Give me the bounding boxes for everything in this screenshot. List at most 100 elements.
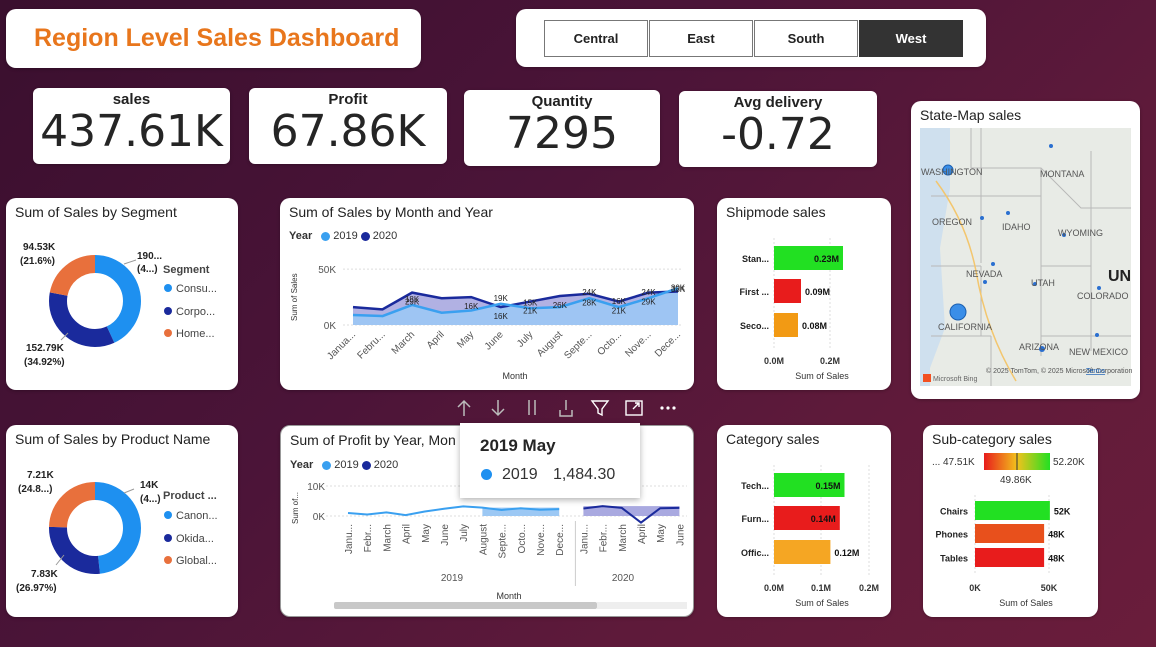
- data-label-2020: 21K: [612, 307, 627, 316]
- bar-value-label: 48K: [1048, 554, 1065, 564]
- segment-donut-chart: 190... (4...) 94.53K (21.6%) 152.79K (34…: [20, 242, 217, 368]
- x-tick-label: Dece...: [653, 329, 683, 359]
- product-donut-card[interactable]: Sum of Sales by Product Name 14K (4...) …: [6, 425, 238, 617]
- segment-label-corporate-pct: (34.92%): [24, 357, 65, 368]
- product-legend-okidata: Okida...: [176, 533, 214, 545]
- segment-label-corporate-value: 152.79K: [26, 343, 65, 354]
- map-label-oregon: OREGON: [932, 217, 972, 227]
- y-axis-label: Sum of...: [291, 492, 300, 524]
- x-tick-label-2019: Dece...: [555, 524, 566, 556]
- x-tick-label: 0.2M: [859, 583, 879, 593]
- horizontal-scrollbar-thumb[interactable]: [334, 602, 597, 609]
- state-map-card[interactable]: State-Map sales WASHINGTON MONTANA OREGO…: [911, 101, 1140, 399]
- bar: [774, 313, 798, 337]
- x-tick-label: 0.2M: [820, 356, 840, 366]
- more-options-icon[interactable]: [651, 393, 685, 423]
- bar: [975, 501, 1050, 520]
- x-tick-label-2019: Nove...: [536, 524, 547, 556]
- bar-value-label: 0.23M: [814, 254, 839, 264]
- x-axis-label: Month: [502, 371, 527, 381]
- product-label-okidata-pct: (26.97%): [16, 583, 57, 594]
- product-label-canon-pct: (4...): [140, 494, 161, 505]
- map-label-new-mexico: NEW MEXICO: [1069, 347, 1128, 357]
- x-tick-label-2020: June: [675, 524, 686, 546]
- drill-down-icon[interactable]: [481, 393, 515, 423]
- x-tick-label-2019: May: [421, 524, 432, 543]
- product-legend-global: Global...: [176, 555, 217, 567]
- dashboard-title: Region Level Sales Dashboard: [34, 24, 400, 52]
- x-tick-label-2019: June: [440, 524, 451, 546]
- region-slicer: Central East South West: [516, 9, 986, 67]
- drill-up-icon[interactable]: [447, 393, 481, 423]
- map-label-idaho: IDAHO: [1002, 222, 1031, 232]
- sales-month-plot: 50K0KSum of SalesMonth29K 16K16K21K26K 28K…: [290, 265, 686, 381]
- x-tick-label-2020: May: [656, 524, 667, 543]
- shipmode-plot: Stan... 0.23M First ... 0.09M Seco... 0.08M 0.…: [739, 238, 849, 381]
- category-chart-card[interactable]: Category sales Tech... 0.15M Furn... 0.14M O…: [717, 425, 891, 617]
- data-label-2020: 28K: [582, 299, 597, 308]
- data-label-2020: 29K: [641, 298, 656, 307]
- x-tick-label-2019: Septe...: [498, 524, 509, 558]
- x-tick-label: 0K: [969, 583, 981, 593]
- map-label-nevada: NEVADA: [966, 269, 1002, 279]
- filter-icon[interactable]: [583, 393, 617, 423]
- bar: [774, 540, 831, 564]
- bar-value-label: 52K: [1054, 507, 1071, 517]
- category-plot: Tech... 0.15M Furn... 0.14M Offic... 0.12M 0.0…: [741, 465, 879, 608]
- data-label-2019: 18K: [405, 295, 420, 304]
- segment-legend-consumer: Consu...: [176, 283, 217, 295]
- map-bubble-california[interactable]: [949, 303, 967, 321]
- region-button-south[interactable]: South: [754, 19, 858, 57]
- bar-category-label: Phones: [935, 530, 968, 540]
- segment-label-home-pct: (21.6%): [20, 256, 55, 267]
- kpi-sales-card: sales 437.61K: [33, 88, 230, 164]
- x-tick-label-2019: Octo...: [517, 524, 528, 553]
- bar-value-label: 0.12M: [834, 548, 859, 558]
- y-tick-label: 0K: [313, 512, 326, 523]
- shipmode-chart-card[interactable]: Shipmode sales Stan... 0.23M First ... 0.09…: [717, 198, 891, 390]
- region-button-central[interactable]: Central: [544, 19, 648, 57]
- x-tick-label: July: [515, 329, 535, 349]
- expand-hierarchy-icon[interactable]: [549, 393, 583, 423]
- x-tick-label: 0.1M: [811, 583, 831, 593]
- kpi-profit-card: Profit 67.86K: [249, 88, 447, 164]
- product-legend-title: Product ...: [163, 490, 217, 502]
- x-tick-label: April: [425, 329, 447, 351]
- horizontal-scrollbar-track[interactable]: [597, 602, 687, 609]
- map-label-utah: UTAH: [1031, 278, 1055, 288]
- bar-value-label: 0.15M: [815, 481, 840, 491]
- state-map[interactable]: WASHINGTON MONTANA OREGON IDAHO WYOMING …: [911, 101, 1140, 399]
- bar-value-label: 0.08M: [802, 321, 827, 331]
- segment-donut-card[interactable]: Sum of Sales by Segment 190... (4...) 94…: [6, 198, 238, 390]
- x-tick-label-2019: August: [478, 524, 489, 555]
- go-to-next-level-icon[interactable]: [515, 393, 549, 423]
- bar: [975, 548, 1045, 567]
- x-axis-label: Sum of Sales: [999, 598, 1053, 608]
- map-label-country: UN: [1108, 268, 1131, 285]
- kpi-delivery-card: Avg delivery -0.72: [679, 91, 877, 167]
- sales-month-chart-card[interactable]: Sum of Sales by Month and Year Year 2019…: [280, 198, 694, 390]
- chart-tooltip: 2019 May 2019 1,484.30: [460, 423, 640, 498]
- x-tick-label-2020: March: [618, 524, 629, 552]
- x-tick-label-2019: July: [459, 524, 470, 542]
- map-attribution: © 2025 TomTom, © 2025 Microsoft Corporat…: [986, 367, 1132, 375]
- segment-label-consumer-pct: (4...): [137, 264, 158, 275]
- map-label-washington: WASHINGTON: [921, 167, 983, 177]
- region-button-east[interactable]: East: [649, 19, 753, 57]
- tooltip-series-name: 2019: [502, 466, 538, 483]
- region-button-west[interactable]: West: [859, 19, 963, 57]
- map-terms-link[interactable]: Terms: [1086, 368, 1106, 375]
- focus-mode-icon[interactable]: [617, 393, 651, 423]
- y-tick-label: 10K: [307, 482, 325, 493]
- bar-category-label: Stan...: [742, 254, 769, 264]
- segment-legend-home: Home...: [176, 328, 215, 340]
- data-label-2020: 16K: [464, 302, 479, 311]
- x-tick-label: 0.0M: [764, 356, 784, 366]
- map-label-california: CALIFORNIA: [938, 322, 992, 332]
- year-label-2020: 2020: [612, 573, 635, 584]
- kpi-quantity-value: 7295: [506, 108, 618, 159]
- bar-category-label: Seco...: [740, 321, 769, 331]
- data-label-2019: 33K: [671, 285, 686, 294]
- product-label-global-value: 7.21K: [27, 470, 54, 481]
- subcategory-chart-card[interactable]: Sub-category sales ... 47.51K 52.20K 49.…: [923, 425, 1098, 617]
